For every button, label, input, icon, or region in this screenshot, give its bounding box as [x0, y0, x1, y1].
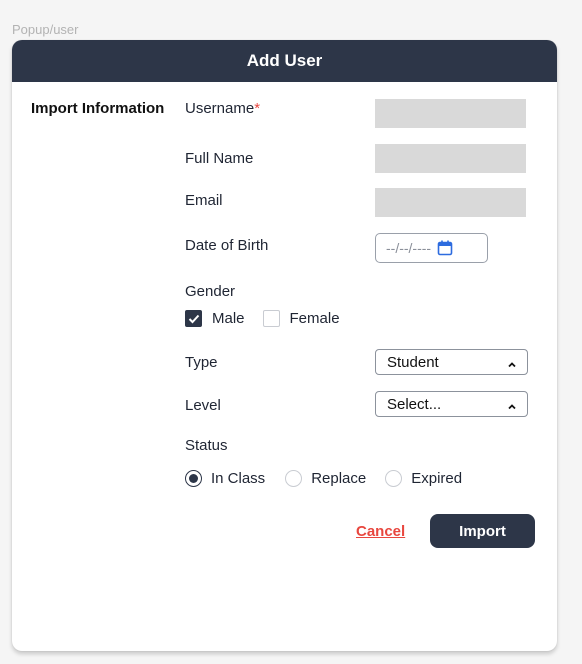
- expired-radio[interactable]: [385, 470, 403, 487]
- import-button[interactable]: Import: [430, 514, 535, 548]
- section-label: Import Information: [31, 100, 165, 117]
- dialog-header: Add User: [12, 40, 557, 82]
- dialog-title: Add User: [246, 51, 323, 70]
- status-label: Status: [185, 437, 228, 454]
- add-user-dialog: Add User Import Information Username* Fu…: [12, 40, 557, 651]
- frame-label: Popup/user: [12, 22, 79, 37]
- email-input[interactable]: [375, 188, 526, 217]
- required-mark: *: [254, 100, 261, 117]
- status-options: In Class Replace Expired: [185, 470, 462, 487]
- dob-input[interactable]: --/--/----: [375, 233, 488, 263]
- in-class-label: In Class: [211, 470, 266, 487]
- cancel-button[interactable]: Cancel: [356, 523, 405, 540]
- level-label: Level: [185, 397, 221, 414]
- male-label: Male: [212, 310, 245, 327]
- calendar-icon[interactable]: [437, 240, 453, 256]
- full-name-label: Full Name: [185, 150, 254, 167]
- full-name-input[interactable]: [375, 144, 526, 173]
- level-selected-value: Select...: [387, 395, 442, 413]
- level-select[interactable]: Select...: [375, 391, 528, 417]
- username-label: Username*: [185, 100, 261, 117]
- chevron-up-icon: [507, 357, 517, 368]
- male-checkbox[interactable]: [185, 310, 202, 327]
- email-label: Email: [185, 192, 223, 209]
- username-input[interactable]: [375, 99, 526, 128]
- in-class-radio[interactable]: [185, 470, 202, 487]
- type-select[interactable]: Student: [375, 349, 528, 375]
- type-label: Type: [185, 354, 218, 371]
- gender-options: Male Female: [185, 310, 340, 327]
- female-checkbox[interactable]: [262, 310, 280, 327]
- checkmark-icon: [188, 314, 199, 323]
- expired-label: Expired: [411, 470, 463, 487]
- replace-label: Replace: [311, 470, 367, 487]
- replace-radio[interactable]: [285, 470, 303, 487]
- type-selected-value: Student: [387, 353, 439, 371]
- chevron-up-icon: [507, 399, 517, 410]
- gender-label: Gender: [185, 283, 236, 300]
- dob-label: Date of Birth: [185, 237, 269, 254]
- dob-placeholder: --/--/----: [386, 240, 432, 256]
- female-label: Female: [289, 310, 340, 327]
